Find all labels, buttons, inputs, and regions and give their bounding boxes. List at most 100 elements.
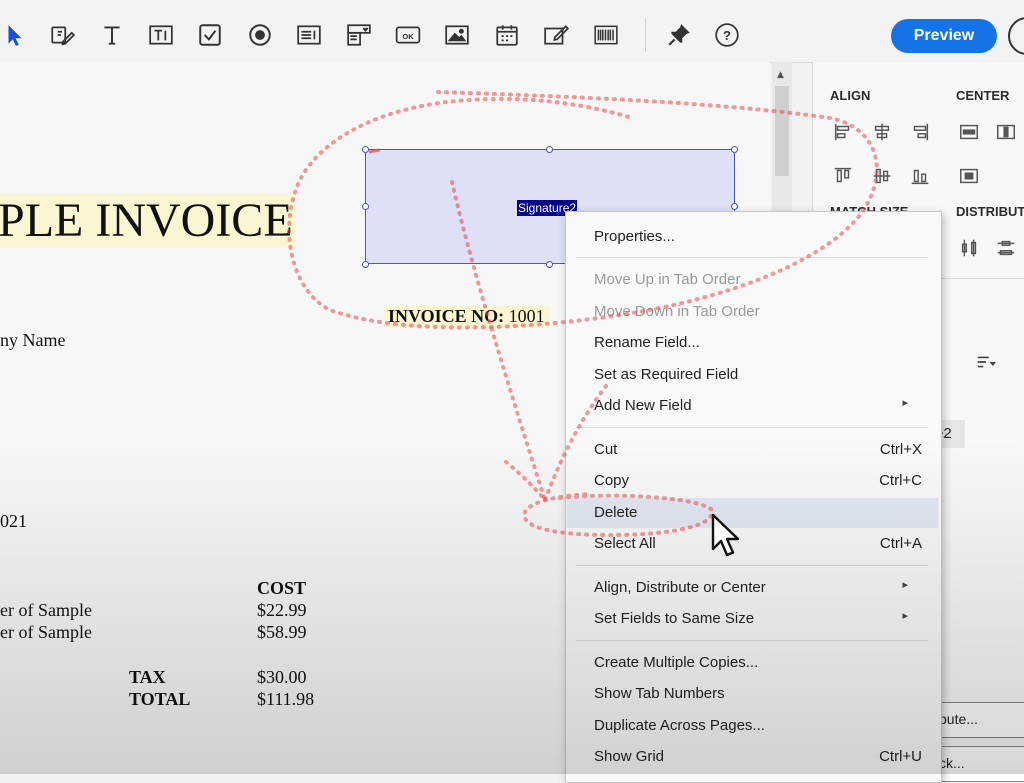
- menu-item-label: Select All: [594, 535, 656, 552]
- context-menu: Properties... Move Up in Tab Order Move …: [565, 211, 942, 783]
- signature-icon[interactable]: [541, 20, 571, 50]
- edit-field-icon[interactable]: [47, 20, 77, 50]
- barcode-icon[interactable]: [591, 20, 621, 50]
- distribute-button-label: bute...: [939, 711, 978, 727]
- line-item-desc: er of Sample: [0, 600, 92, 620]
- center-section-title: CENTER: [956, 88, 1010, 103]
- invoice-number-value: 1001: [508, 306, 545, 326]
- resize-handle[interactable]: [362, 203, 369, 210]
- resize-handle[interactable]: [731, 203, 738, 210]
- menu-item-align-distribute-center[interactable]: Align, Distribute or Center ▸: [567, 573, 938, 603]
- menu-item-show-tab-numbers[interactable]: Show Tab Numbers: [567, 679, 938, 709]
- distribute-horizontal-icon[interactable]: [993, 236, 1019, 260]
- text-field-icon[interactable]: [97, 20, 127, 50]
- resize-handle[interactable]: [362, 261, 369, 268]
- distribute-vertical-icon[interactable]: [956, 236, 982, 260]
- menu-item-show-grid[interactable]: Show Grid Ctrl+U: [567, 742, 938, 772]
- menu-item-rename-field[interactable]: Rename Field...: [567, 328, 938, 358]
- menu-item-copy[interactable]: Copy Ctrl+C: [567, 466, 938, 496]
- menu-item-label: Show Tab Numbers: [594, 685, 725, 702]
- line-item-cost: $22.99: [257, 600, 307, 620]
- align-top-icon[interactable]: [830, 164, 856, 188]
- menu-item-shortcut: Ctrl+X: [879, 441, 922, 458]
- menu-item-label: Set Fields to Same Size: [594, 610, 755, 627]
- sort-options-icon[interactable]: [973, 350, 999, 374]
- menu-item-label: Move Down in Tab Order: [594, 303, 760, 320]
- menu-item-label: Show Grid: [594, 748, 665, 765]
- list-box-icon[interactable]: [294, 20, 324, 50]
- toolbar-divider: [645, 18, 646, 52]
- submenu-arrow-icon: ▸: [902, 397, 908, 409]
- menu-item-delete[interactable]: Delete: [567, 498, 938, 528]
- menu-item-label: Properties...: [594, 228, 675, 245]
- svg-text:?: ?: [723, 28, 731, 43]
- resize-handle[interactable]: [546, 261, 553, 268]
- align-left-icon[interactable]: [830, 120, 856, 144]
- invoice-number: INVOICE NO: 1001: [384, 306, 549, 327]
- forms-toolbar: OK ? Preview: [0, 0, 1024, 63]
- menu-item-label: Set as Required Field: [594, 366, 739, 383]
- menu-separator: [576, 257, 928, 258]
- text-box-icon[interactable]: [146, 20, 176, 50]
- center-horizontal-icon[interactable]: [956, 120, 982, 144]
- menu-separator: [576, 565, 928, 566]
- pin-icon[interactable]: [664, 20, 694, 50]
- menu-item-cut[interactable]: Cut Ctrl+X: [567, 435, 938, 465]
- menu-item-same-size[interactable]: Set Fields to Same Size ▸: [567, 604, 938, 634]
- svg-text:OK: OK: [402, 32, 414, 41]
- scroll-up-icon[interactable]: ▲: [777, 70, 784, 80]
- line-item-cost: $58.99: [257, 622, 307, 642]
- menu-item-label: Create Multiple Copies...: [594, 654, 759, 671]
- tax-value: $30.00: [257, 667, 307, 687]
- align-right-icon[interactable]: [907, 120, 933, 144]
- total-label: TOTAL: [129, 689, 191, 709]
- menu-item-label: Cut: [594, 441, 618, 458]
- submenu-arrow-icon: ▸: [902, 579, 908, 591]
- menu-item-select-all[interactable]: Select All Ctrl+A: [567, 529, 938, 559]
- center-vertical-icon[interactable]: [993, 120, 1019, 144]
- resize-handle[interactable]: [362, 146, 369, 153]
- center-both-icon[interactable]: [956, 164, 982, 188]
- invoice-number-label: INVOICE NO:: [388, 306, 505, 326]
- menu-item-label: Duplicate Across Pages...: [594, 717, 765, 734]
- resize-handle[interactable]: [546, 146, 553, 153]
- submenu-arrow-icon: ▸: [902, 610, 908, 622]
- tax-label: TAX: [129, 667, 166, 687]
- image-icon[interactable]: [442, 20, 472, 50]
- distribute-section-title: DISTRIBUTE: [956, 204, 1024, 219]
- total-value: $111.98: [257, 689, 315, 709]
- align-bottom-icon[interactable]: [907, 164, 933, 188]
- menu-item-label: Add New Field: [594, 397, 692, 414]
- menu-item-move-up-tab-order: Move Up in Tab Order: [567, 265, 938, 295]
- radio-button-icon[interactable]: [245, 20, 275, 50]
- menu-item-shortcut: Ctrl+C: [879, 472, 922, 489]
- align-middle-icon[interactable]: [869, 164, 895, 188]
- mouse-cursor-icon: [711, 513, 740, 557]
- align-section-title: ALIGN: [830, 88, 871, 103]
- resize-handle[interactable]: [731, 146, 738, 153]
- menu-item-label: Move Up in Tab Order: [594, 271, 741, 288]
- select-icon[interactable]: [0, 20, 30, 50]
- dropdown-icon[interactable]: [344, 20, 374, 50]
- menu-separator: [576, 427, 928, 428]
- menu-item-duplicate-across-pages[interactable]: Duplicate Across Pages...: [567, 711, 938, 741]
- cost-header: COST: [257, 578, 307, 598]
- menu-item-create-multiple-copies[interactable]: Create Multiple Copies...: [567, 648, 938, 678]
- button-icon[interactable]: OK: [393, 20, 423, 50]
- menu-item-move-down-tab-order: Move Down in Tab Order: [567, 297, 938, 327]
- more-options-icon[interactable]: [1008, 17, 1024, 55]
- menu-item-add-new-field[interactable]: Add New Field ▸: [567, 391, 938, 421]
- menu-item-label: Delete: [594, 504, 638, 521]
- menu-separator: [576, 640, 928, 641]
- menu-item-properties[interactable]: Properties...: [567, 222, 938, 252]
- menu-item-set-required[interactable]: Set as Required Field: [567, 360, 938, 390]
- date-field-icon[interactable]: [492, 20, 522, 50]
- invoice-date: 021: [0, 511, 27, 531]
- checkbox-icon[interactable]: [195, 20, 225, 50]
- company-name: ny Name: [0, 330, 66, 350]
- align-center-horizontal-icon[interactable]: [869, 120, 895, 144]
- help-icon[interactable]: ?: [712, 20, 742, 50]
- preview-button[interactable]: Preview: [891, 19, 997, 53]
- scrollbar-thumb[interactable]: [775, 86, 789, 176]
- menu-item-shortcut: Ctrl+U: [879, 748, 922, 765]
